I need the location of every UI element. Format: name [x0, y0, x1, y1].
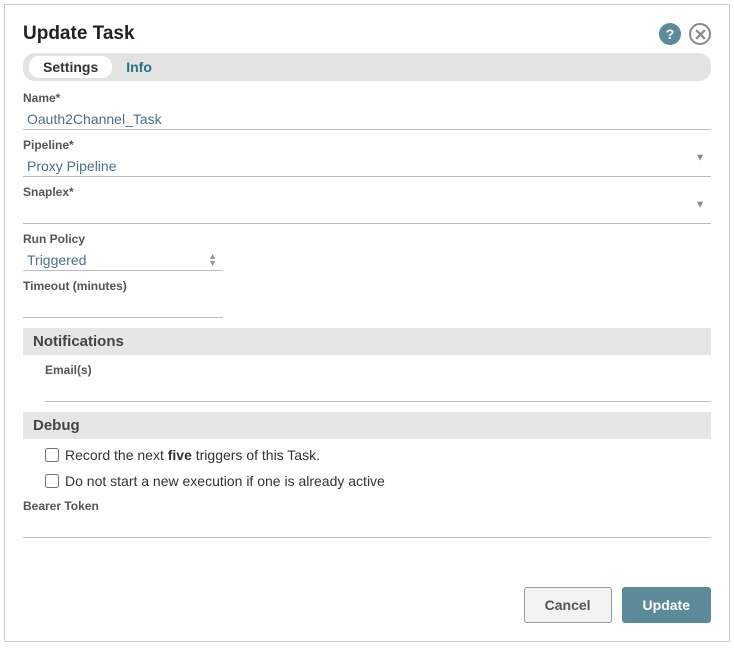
run-policy-label: Run Policy: [23, 232, 711, 246]
timeout-label: Timeout (minutes): [23, 279, 711, 293]
no-new-exec-label: Do not start a new execution if one is a…: [65, 473, 385, 489]
emails-label: Email(s): [45, 363, 711, 377]
section-debug: Debug: [23, 412, 711, 439]
tab-settings[interactable]: Settings: [29, 56, 112, 78]
field-emails: Email(s): [23, 363, 711, 402]
record-triggers-label: Record the next five triggers of this Ta…: [65, 447, 320, 463]
dialog-title: Update Task: [23, 23, 135, 45]
no-new-exec-row: Do not start a new execution if one is a…: [45, 473, 711, 489]
update-button[interactable]: Update: [622, 587, 711, 623]
dialog-header: Update Task ?: [23, 23, 711, 45]
snaplex-select[interactable]: [23, 201, 711, 224]
bearer-input[interactable]: [23, 515, 711, 538]
field-pipeline: Pipeline* ▼: [23, 138, 711, 177]
section-notifications: Notifications: [23, 328, 711, 355]
timeout-input[interactable]: [23, 295, 223, 318]
record-pre-text: Record the next: [65, 447, 168, 463]
no-new-exec-checkbox[interactable]: [45, 474, 59, 488]
name-input[interactable]: [23, 107, 711, 130]
emails-input[interactable]: [45, 379, 711, 402]
field-bearer-token: Bearer Token: [23, 499, 711, 538]
record-triggers-checkbox[interactable]: [45, 448, 59, 462]
record-bold-text: five: [168, 447, 192, 463]
run-policy-select[interactable]: [23, 248, 223, 271]
pipeline-select[interactable]: [23, 154, 711, 177]
dialog-header-icons: ?: [659, 23, 711, 45]
debug-options: Record the next five triggers of this Ta…: [23, 447, 711, 489]
help-icon[interactable]: ?: [659, 23, 681, 45]
snaplex-label: Snaplex*: [23, 185, 711, 199]
footer-buttons: Cancel Update: [524, 587, 711, 623]
bearer-label: Bearer Token: [23, 499, 711, 513]
record-post-text: triggers of this Task.: [192, 447, 320, 463]
close-icon[interactable]: [689, 23, 711, 45]
tabs-bar: Settings Info: [23, 53, 711, 81]
name-label: Name*: [23, 91, 711, 105]
record-triggers-row: Record the next five triggers of this Ta…: [45, 447, 711, 463]
field-name: Name*: [23, 91, 711, 130]
field-run-policy: Run Policy ▲▼: [23, 232, 711, 271]
field-snaplex: Snaplex* ▼: [23, 185, 711, 224]
tab-info[interactable]: Info: [112, 56, 166, 78]
update-task-dialog: Update Task ? Settings Info Name* Pipeli…: [4, 4, 730, 642]
field-timeout: Timeout (minutes): [23, 279, 711, 318]
pipeline-label: Pipeline*: [23, 138, 711, 152]
cancel-button[interactable]: Cancel: [524, 587, 612, 623]
